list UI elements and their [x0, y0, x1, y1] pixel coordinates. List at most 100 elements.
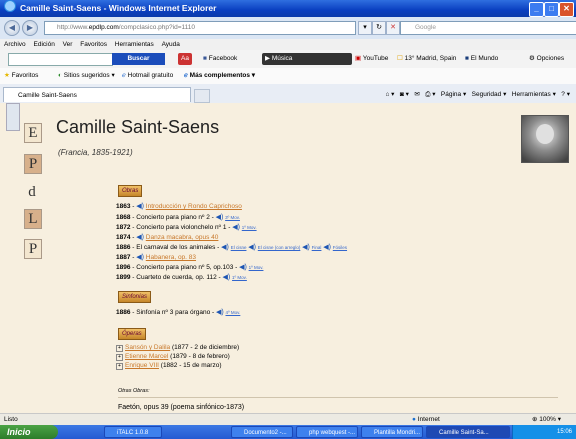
elmundo-button[interactable]: ■ El Mundo — [462, 53, 501, 65]
audio-link[interactable]: 1º Mov. — [232, 275, 247, 280]
speaker-icon[interactable]: ◀) — [323, 244, 331, 251]
speaker-icon[interactable]: ◀) — [302, 244, 310, 251]
minimize-button[interactable]: _ — [529, 2, 544, 17]
pagina-menu[interactable]: Página — [441, 91, 461, 98]
task-camille-saint-saens[interactable]: Camille Saint-Sa... — [426, 426, 510, 438]
close-button[interactable]: ✕ — [559, 2, 574, 17]
speaker-icon[interactable]: ◀) — [223, 274, 231, 281]
task-plantilla[interactable]: Plantilla Mondri... — [361, 426, 423, 438]
section-obras-button[interactable]: Obras — [118, 185, 143, 197]
window-title-bar[interactable]: Camille Saint-Saens - Windows Internet E… — [0, 0, 576, 17]
audio-link[interactable]: 1º Mov. — [249, 265, 264, 270]
work-title: Concierto para piano nº 5, op.103 — [136, 264, 234, 271]
weather-button[interactable]: ☐ 13° Madrid, Spain — [394, 53, 459, 65]
task-php-webquest[interactable]: php webquest -... — [296, 426, 358, 438]
sidebar-letter-l[interactable]: L — [24, 209, 42, 229]
read-mail-icon[interactable]: ✉ — [414, 91, 419, 98]
menu-ver[interactable]: Ver — [63, 41, 73, 48]
work-title: Concierto para violonchelo nº 1 — [136, 224, 227, 231]
favoritos-button[interactable]: ★ Favoritos — [4, 68, 38, 84]
back-button[interactable]: ◀ — [4, 20, 20, 36]
seguridad-menu[interactable]: Seguridad — [472, 91, 502, 98]
audio-link[interactable]: 4º Mov. — [226, 310, 241, 315]
speaker-icon[interactable]: ◀) — [136, 203, 144, 210]
start-button[interactable]: Inicio — [0, 425, 58, 439]
expand-icon[interactable]: + — [116, 354, 123, 361]
adobe-icon[interactable]: Aa — [178, 53, 192, 65]
system-tray: 15:06 — [512, 425, 576, 439]
speaker-icon[interactable]: ◀) — [221, 244, 229, 251]
speaker-icon[interactable]: ◀) — [216, 309, 224, 316]
menu-archivo[interactable]: Archivo — [4, 41, 26, 48]
expand-icon[interactable]: + — [116, 363, 123, 370]
work-year: 1896 — [116, 264, 131, 271]
buscar-button[interactable]: Buscar — [112, 53, 165, 65]
youtube-button[interactable]: ▣ YouTube — [352, 53, 391, 65]
work-link[interactable]: Danza macabra, opus 40 — [146, 234, 219, 241]
work-link[interactable]: Habanera, op. 83 — [146, 254, 196, 261]
fav-sitios-sugeridos[interactable]: ◐ Sitios sugeridos ▾ — [58, 68, 115, 84]
speaker-icon[interactable]: ◀) — [232, 224, 240, 231]
audio-link[interactable]: Final — [312, 245, 322, 250]
work-row: 1868 - Concierto para piano nº 2 - ◀) 3º… — [116, 214, 240, 221]
tab-camille-saint-saens[interactable]: Camille Saint-Saens — [3, 87, 191, 102]
section-operas-button[interactable]: Óperas — [118, 328, 146, 340]
ie-page-icon: ℯ — [184, 72, 188, 79]
print-icon[interactable]: ⎙ — [425, 91, 430, 98]
address-dropdown-button[interactable]: ▾ — [358, 21, 372, 35]
menu-favoritos[interactable]: Favoritos — [80, 41, 107, 48]
composer-lifespan: (Francia, 1835-1921) — [58, 148, 133, 157]
forward-button[interactable]: ▶ — [22, 20, 38, 36]
new-tab-button[interactable] — [194, 89, 210, 103]
maximize-button[interactable]: □ — [544, 2, 559, 17]
opciones-button[interactable]: ⚙ Opciones — [526, 53, 567, 65]
audio-link[interactable]: El cisne (con arreglo) — [258, 245, 301, 250]
task-italc[interactable]: iTALC 1.0.8 — [104, 426, 162, 438]
stop-button[interactable]: ✕ — [386, 21, 400, 35]
feeds-icon[interactable]: ◙ — [400, 91, 404, 98]
help-icon[interactable]: ? — [561, 91, 565, 98]
page-content: E P d L P Camille Saint-Saens (Francia, … — [0, 103, 576, 413]
speaker-icon[interactable]: ◀) — [136, 254, 144, 261]
toolbar-search-input[interactable] — [8, 53, 113, 66]
audio-link[interactable]: Fósiles — [333, 245, 347, 250]
work-link[interactable]: Introducción y Rondo Caprichoso — [146, 203, 242, 210]
menu-herramientas[interactable]: Herramientas — [115, 41, 154, 48]
opera-link[interactable]: Enrique VIII — [125, 362, 159, 369]
section-label: Obras — [122, 188, 139, 194]
sidebar-letter-p2[interactable]: P — [24, 239, 42, 259]
speaker-icon[interactable]: ◀) — [216, 214, 224, 221]
ie-logo-icon — [4, 0, 16, 12]
musica-player[interactable]: ▶ Música — [262, 53, 352, 65]
expand-icon[interactable]: + — [116, 345, 123, 352]
audio-link[interactable]: 3º Mov. — [225, 215, 240, 220]
herramientas-menu[interactable]: Herramientas — [512, 91, 551, 98]
menu-ayuda[interactable]: Ayuda — [162, 41, 180, 48]
sidebar-handle[interactable] — [6, 103, 20, 131]
opera-link[interactable]: Sansón y Dalila — [125, 344, 170, 351]
fav-hotmail[interactable]: ℯ Hotmail gratuito — [122, 68, 173, 84]
refresh-button[interactable]: ↻ — [372, 21, 386, 35]
opera-row: + Etienne Marcel (1879 - 8 de febrero) — [116, 352, 230, 361]
task-documento2[interactable]: Documento2 -... — [231, 426, 293, 438]
speaker-icon[interactable]: ◀) — [239, 264, 247, 271]
sidebar-letter-e[interactable]: E — [24, 123, 42, 143]
section-label: Óperas — [122, 331, 142, 337]
command-bar: ⌂ ▾ ◙ ▾ ✉ ⎙ ▾ Página ▾ Seguridad ▾ Herra… — [385, 91, 570, 98]
audio-link[interactable]: 1º Mov. — [242, 225, 257, 230]
speaker-icon[interactable]: ◀) — [248, 244, 256, 251]
facebook-button[interactable]: ■ Facebook — [200, 53, 240, 65]
sidebar-letter-d[interactable]: d — [24, 183, 40, 201]
google-search-input[interactable]: Google — [400, 21, 576, 35]
opera-link[interactable]: Etienne Marcel — [125, 353, 168, 360]
address-input[interactable]: http://www.epdlp.com/compclasico.php?id=… — [44, 21, 356, 35]
sidebar-letter-p[interactable]: P — [24, 154, 42, 174]
opera-date: (1882 - 15 de marzo) — [160, 362, 222, 369]
home-icon[interactable]: ⌂ — [385, 91, 389, 98]
clock: 15:06 — [556, 429, 572, 435]
menu-edicion[interactable]: Edición — [34, 41, 55, 48]
fav-mas-complementos[interactable]: ℯ Más complementos ▾ — [184, 68, 255, 84]
speaker-icon[interactable]: ◀) — [136, 234, 144, 241]
audio-link[interactable]: El cisne — [231, 245, 247, 250]
section-sinfonias-button[interactable]: Sinfonías — [118, 291, 152, 303]
